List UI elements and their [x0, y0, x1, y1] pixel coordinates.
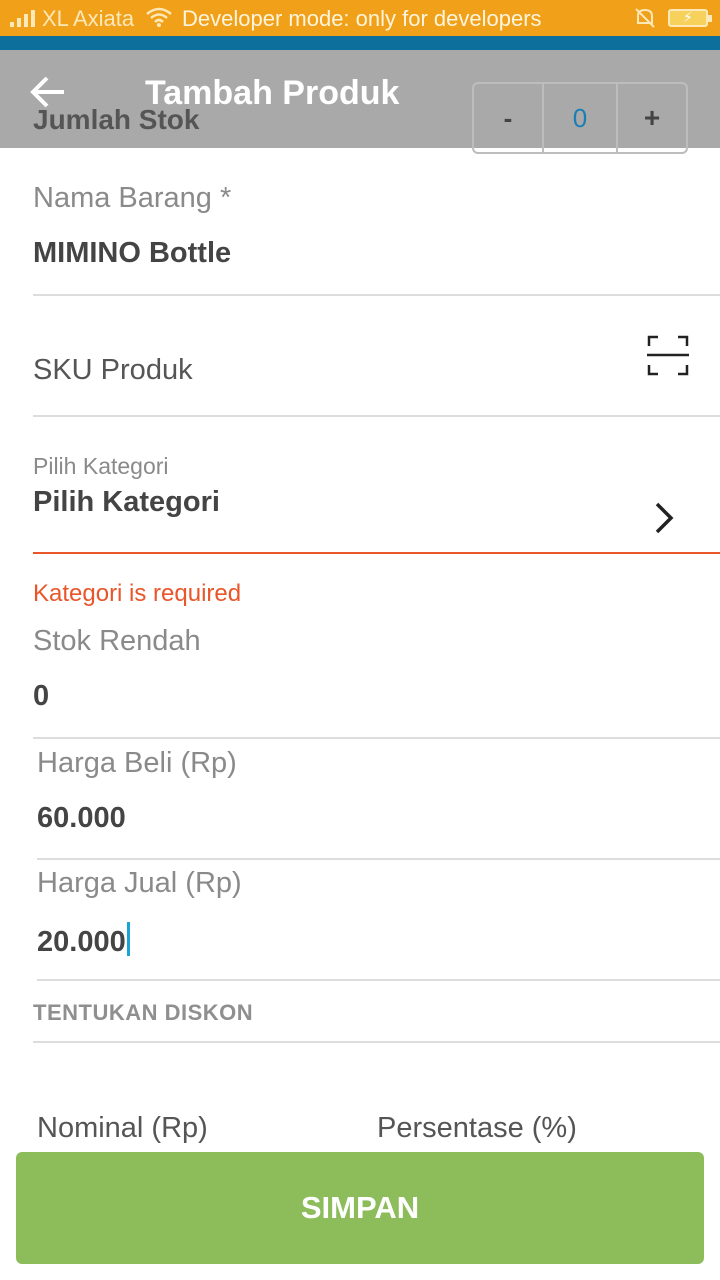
harga-jual-label: Harga Jual (Rp) [37, 867, 242, 899]
kategori-small-label: Pilih Kategori [33, 453, 169, 479]
persentase-label[interactable]: Persentase (%) [377, 1112, 577, 1145]
diskon-section-title: TENTUKAN DISKON [33, 1000, 254, 1025]
chevron-right-icon[interactable] [652, 500, 678, 536]
barcode-scan-icon[interactable] [646, 334, 690, 378]
stok-rendah-label: Stok Rendah [33, 625, 201, 657]
save-button[interactable]: SIMPAN [16, 1152, 704, 1264]
harga-jual-underline [37, 979, 720, 981]
mute-bell-icon [635, 8, 655, 28]
carrier-name: XL Axiata [42, 6, 135, 31]
kategori-selector[interactable]: Pilih Kategori [33, 486, 220, 519]
nama-barang-underline [33, 294, 720, 296]
screen: XL Axiata Developer mode: only for devel… [0, 0, 720, 1280]
accent-strip [0, 36, 720, 50]
harga-beli-label: Harga Beli (Rp) [37, 747, 237, 779]
harga-jual-value: 20.000 [37, 926, 126, 958]
stock-increment-button[interactable]: + [618, 84, 686, 152]
battery-icon: ⚡ [668, 9, 712, 27]
app-bar: Jumlah Stok Tambah Produk - 0 + [0, 50, 720, 154]
sku-input[interactable]: SKU Produk [33, 354, 193, 387]
harga-beli-input[interactable]: 60.000 [37, 802, 126, 835]
status-bar: XL Axiata Developer mode: only for devel… [0, 0, 720, 36]
wifi-icon [146, 7, 172, 27]
sku-underline [33, 415, 720, 417]
stock-stepper: - 0 + [472, 82, 688, 154]
diskon-divider [33, 1041, 720, 1043]
stock-quantity-value[interactable]: 0 [544, 84, 618, 152]
stok-rendah-underline [33, 737, 720, 739]
developer-mode-notification: Developer mode: only for developers [182, 6, 542, 31]
text-cursor [126, 922, 130, 956]
nama-barang-label: Nama Barang * [33, 182, 232, 214]
harga-beli-underline [37, 858, 720, 860]
nominal-label[interactable]: Nominal (Rp) [37, 1112, 208, 1145]
stok-rendah-input[interactable]: 0 [33, 680, 49, 713]
kategori-underline-error [33, 552, 720, 554]
nama-barang-input[interactable]: MIMINO Bottle [33, 237, 231, 270]
harga-jual-input[interactable]: 20.000 [37, 922, 130, 959]
signal-icon [10, 10, 35, 27]
page-title: Tambah Produk [145, 74, 400, 112]
kategori-error-message: Kategori is required [33, 580, 242, 607]
stock-decrement-button[interactable]: - [474, 84, 544, 152]
